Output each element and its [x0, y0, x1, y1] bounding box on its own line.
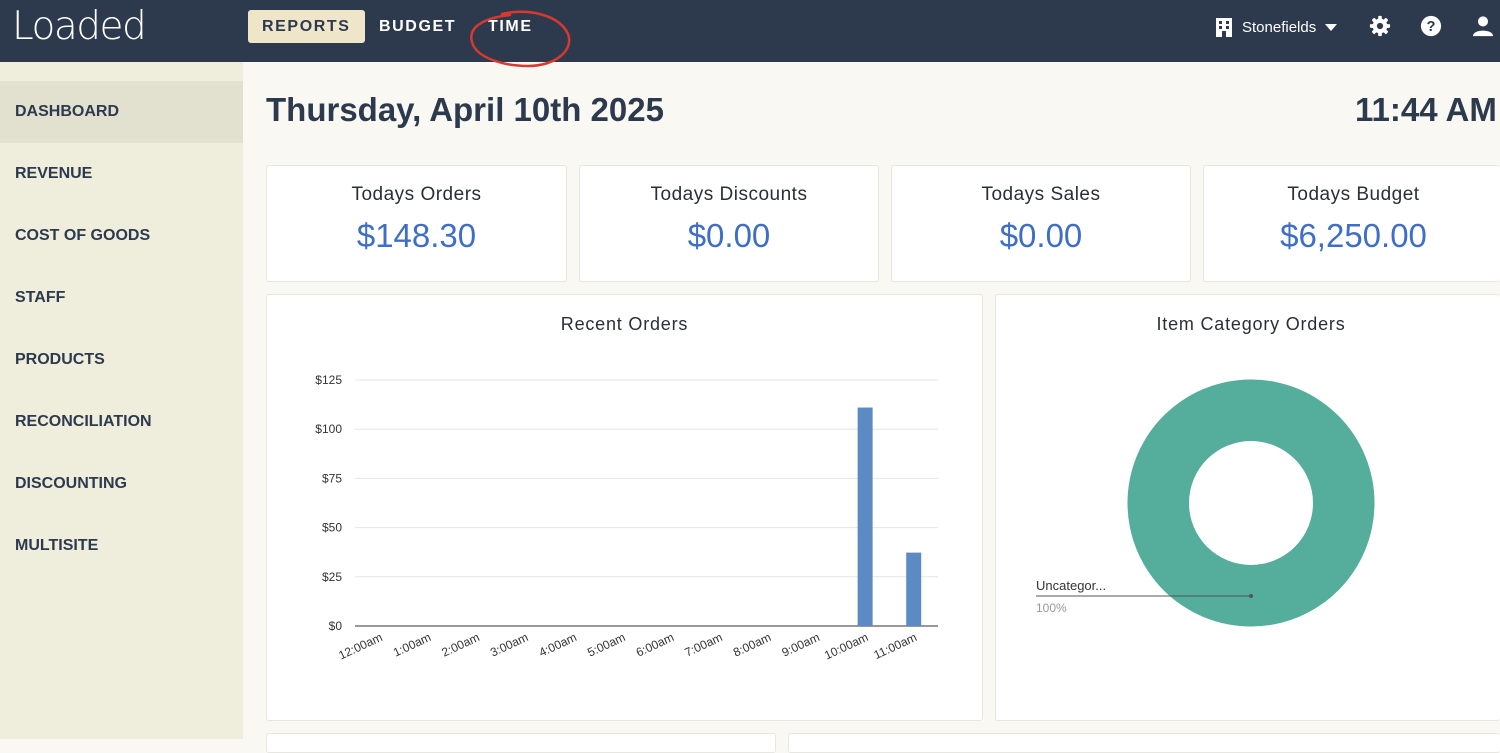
stat-card-budget: Todays Budget $6,250.00 [1203, 165, 1500, 282]
tab-budget[interactable]: BUDGET [365, 10, 470, 43]
y-tick-label: $75 [322, 471, 342, 485]
item-category-panel: Item Category Orders Uncategor... 100% [995, 294, 1500, 721]
x-tick-label: 6:00am [634, 630, 676, 660]
x-tick-label: 3:00am [488, 630, 530, 660]
page-title-date: Thursday, April 10th 2025 [266, 91, 664, 128]
current-time: 11:44 AM [1355, 91, 1497, 128]
chevron-down-icon [1325, 23, 1338, 31]
x-tick-label: 9:00am [780, 630, 822, 660]
stat-card-sales: Todays Sales $0.00 [891, 165, 1191, 282]
sidebar-item-revenue[interactable]: REVENUE [0, 143, 243, 205]
stat-title: Todays Discounts [650, 184, 808, 205]
sidebar-item-dashboard[interactable]: DASHBOARD [0, 81, 243, 143]
svg-text:?: ? [1427, 19, 1436, 35]
x-tick-label: 8:00am [731, 630, 773, 660]
y-tick-label: $0 [329, 619, 343, 633]
site-selector[interactable]: Stonefields [1215, 15, 1338, 39]
sidebar-item-multisite[interactable]: MULTISITE [0, 515, 243, 577]
stat-value: $0.00 [999, 217, 1083, 254]
building-icon [1216, 18, 1232, 37]
help-icon[interactable]: ? [1420, 15, 1442, 37]
label-leader-dot [1249, 594, 1253, 598]
sidebar-item-cost-of-goods[interactable]: COST OF GOODS [0, 205, 243, 267]
app-logo[interactable]: Loaded [12, 4, 147, 49]
stat-card-discounts: Todays Discounts $0.00 [579, 165, 879, 282]
user-icon[interactable] [1472, 15, 1494, 37]
sidebar-item-products[interactable]: PRODUCTS [0, 329, 243, 391]
stat-value: $0.00 [687, 217, 771, 254]
y-tick-label: $125 [315, 373, 342, 387]
recent-orders-chart: $0 $25 $50 $75 $100 $125 12:00am 1:00am 2:00am 3:… [315, 373, 938, 662]
tab-reports[interactable]: REPORTS [248, 10, 365, 43]
gear-icon[interactable] [1369, 15, 1391, 37]
stat-title: Todays Sales [981, 184, 1101, 205]
stat-value: $6,250.00 [1280, 217, 1427, 254]
lower-panel-right [788, 733, 1500, 753]
sidebar-item-staff[interactable]: STAFF [0, 267, 243, 329]
donut-slice [1127, 379, 1375, 627]
bar-10:00am [857, 407, 873, 626]
stat-title: Todays Budget [1287, 184, 1420, 205]
item-category-chart: Uncategor... 100% [1036, 379, 1375, 627]
y-tick-label: $100 [315, 422, 342, 436]
x-tick-label: 12:00am [336, 630, 384, 662]
x-tick-label: 5:00am [585, 630, 627, 660]
stat-title: Todays Orders [351, 184, 482, 205]
sidebar-item-reconciliation[interactable]: RECONCILIATION [0, 391, 243, 453]
red-circle-annotation [470, 10, 571, 68]
bar-11:00am [906, 552, 922, 626]
slice-label: Uncategor... [1036, 578, 1106, 593]
stat-value: $148.30 [356, 217, 477, 254]
slice-percent: 100% [1036, 601, 1067, 615]
y-tick-label: $25 [322, 570, 342, 584]
x-tick-label: 2:00am [440, 630, 482, 660]
x-tick-label: 4:00am [537, 630, 579, 660]
sidebar: DASHBOARD REVENUE COST OF GOODS STAFF PR… [0, 62, 243, 739]
sidebar-item-discounting[interactable]: DISCOUNTING [0, 453, 243, 515]
recent-orders-panel: Recent Orders $0 $25 $50 $75 $100 $125 12:00am… [266, 294, 983, 721]
top-nav-bar: Loaded REPORTS BUDGET TIME Stonefields ? [0, 0, 1500, 68]
lower-panel-left [266, 733, 776, 753]
x-tick-label: 11:00am [872, 630, 919, 662]
x-tick-label: 1:00am [391, 630, 433, 660]
y-tick-label: $50 [322, 521, 342, 535]
stat-card-orders: Todays Orders $148.30 [266, 165, 567, 282]
site-selector-label: Stonefields [1242, 18, 1317, 36]
x-tick-label: 10:00am [822, 630, 870, 662]
x-tick-label: 7:00am [682, 630, 724, 660]
